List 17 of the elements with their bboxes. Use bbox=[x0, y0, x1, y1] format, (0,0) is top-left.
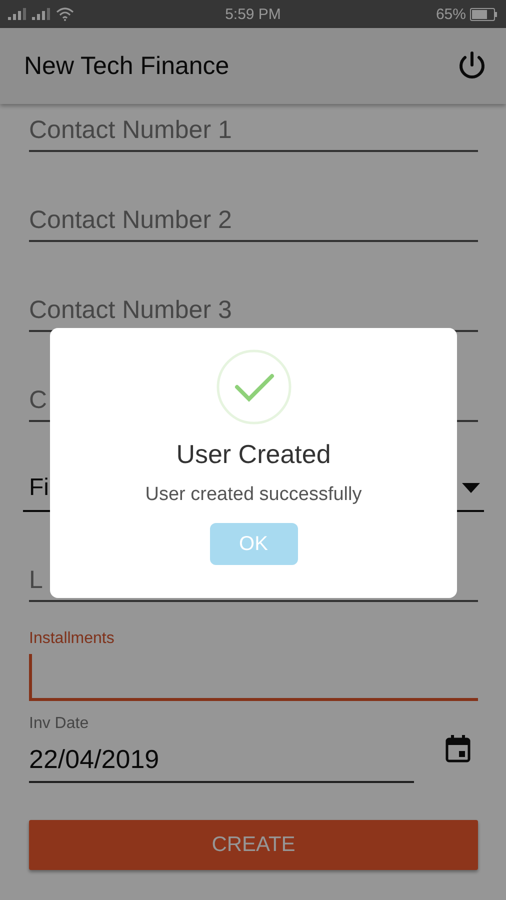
dialog-message: User created successfully bbox=[145, 484, 362, 506]
create-button[interactable]: CREATE bbox=[29, 820, 478, 870]
app-title: New Tech Finance bbox=[24, 52, 230, 80]
status-time: 5:59 PM bbox=[225, 6, 281, 22]
ok-button[interactable]: OK bbox=[210, 523, 298, 565]
calendar-icon[interactable] bbox=[445, 735, 471, 763]
check-icon bbox=[216, 349, 292, 425]
wifi-icon bbox=[56, 7, 74, 21]
text-field[interactable]: Contact Number 1 bbox=[29, 110, 478, 152]
battery-icon bbox=[470, 8, 498, 20]
battery-percent: 65% bbox=[436, 6, 466, 22]
date-field[interactable]: 22/04/2019 bbox=[29, 737, 414, 783]
text-field[interactable]: Contact Number 2 bbox=[29, 200, 478, 242]
field-label: Installments bbox=[29, 630, 116, 648]
caret-icon bbox=[462, 483, 480, 493]
field-label: Inv Date bbox=[29, 715, 90, 733]
dialog-title: User Created bbox=[176, 439, 331, 470]
